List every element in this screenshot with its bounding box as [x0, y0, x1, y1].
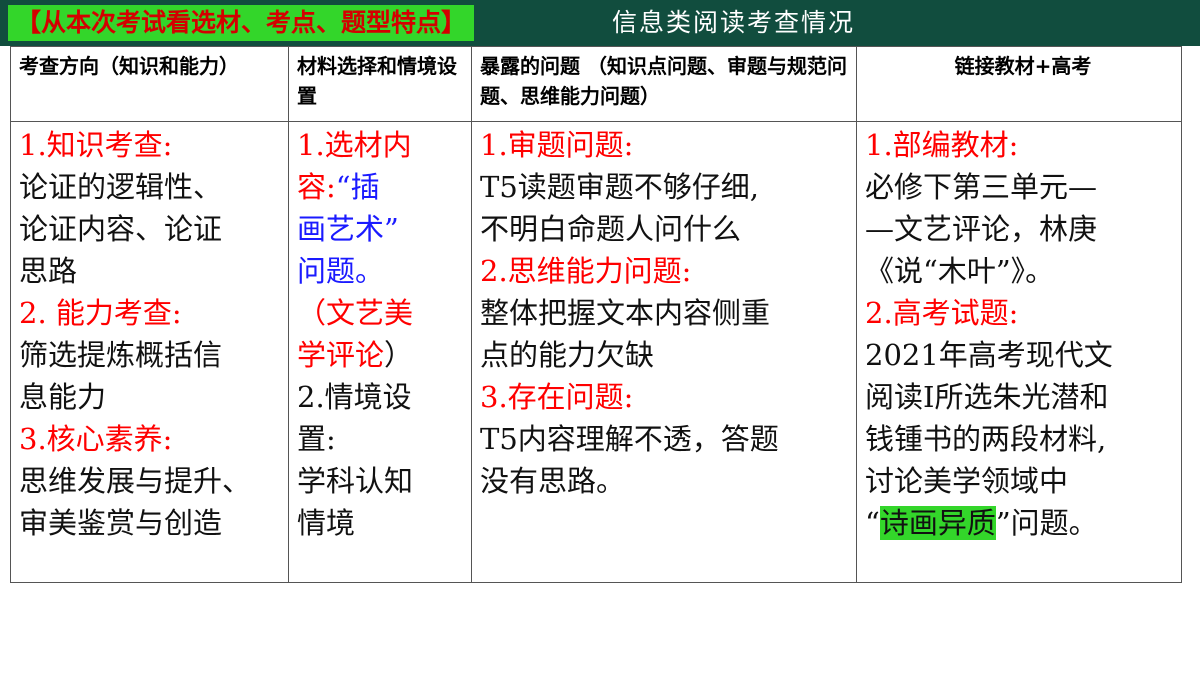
cell-text: 讨论美学领域中 — [865, 464, 1069, 498]
existing-issue-heading: 3.存在问题: — [480, 380, 634, 414]
page-title: 信息类阅读考查情况 — [612, 8, 856, 37]
cell-text-line: “诗画异质”问题。 — [865, 502, 1181, 544]
cell-text: 筛选提炼概括信 — [19, 338, 223, 372]
cell-text: 学评论 — [297, 338, 385, 372]
cell-text: 2.情境设 — [297, 380, 412, 414]
cell-text: 思路 — [19, 254, 78, 288]
cell-text: 审美鉴赏与创造 — [19, 506, 223, 540]
table-body-row: 1.知识考查: 论证的逻辑性、 论证内容、论证 思路 2. 能力考查: 筛选提炼… — [10, 121, 1182, 583]
column-header-links: 链接教材+高考 — [856, 46, 1182, 122]
cell-text: “ — [865, 506, 880, 540]
cell-text: 阅读I所选朱光潜和 — [865, 380, 1109, 414]
exam-heading: 2.高考试题: — [865, 296, 1019, 330]
knowledge-heading: 1.知识考查: — [19, 128, 173, 162]
cell-text: 论证内容、论证 — [19, 212, 223, 246]
cell-problems: 1.审题问题: T5读题审题不够仔细, 不明白命题人问什么 2.思维能力问题: … — [471, 121, 857, 583]
cell-text: 置: — [297, 422, 336, 456]
analysis-table: 考查方向（知识和能力） 材料选择和情境设置 暴露的问题 （知识点问题、审题与规范… — [10, 46, 1182, 583]
cell-text: ） — [384, 338, 414, 372]
cell-material: 1.选材内 容:“插 画艺术” 问题。 （文艺美 学评论） 2.情境设 置: 学… — [288, 121, 472, 583]
cell-text: T5读题审题不够仔细, — [480, 170, 760, 204]
cell-direction: 1.知识考查: 论证的逻辑性、 论证内容、论证 思路 2. 能力考查: 筛选提炼… — [10, 121, 289, 583]
cell-text: （文艺美 — [297, 296, 414, 330]
cell-text: 思维发展与提升、 — [19, 464, 252, 498]
cell-text: 容: — [297, 170, 336, 204]
literacy-heading: 3.核心素养: — [19, 422, 173, 456]
cell-text-line: 学评论） — [297, 334, 471, 376]
cell-text: 息能力 — [19, 380, 107, 414]
cell-text: 学科认知 — [297, 464, 414, 498]
cell-text: 必修下第三单元— — [865, 170, 1098, 204]
cell-links: 1.部编教材: 必修下第三单元— —文艺评论，林庚 《说“木叶”》。 2.高考试… — [856, 121, 1182, 583]
top-banner: 【从本次考试看选材、考点、题型特点】 信息类阅读考查情况 — [0, 0, 1200, 46]
cell-text: —文艺评论，林庚 — [865, 212, 1098, 246]
cell-text-line: 容:“插 — [297, 166, 471, 208]
cell-text: 点的能力欠缺 — [480, 338, 655, 372]
cell-text: T5内容理解不透，答题 — [480, 422, 779, 456]
column-header-material: 材料选择和情境设置 — [288, 46, 472, 122]
cell-text: 画艺术” — [297, 212, 399, 246]
cell-text: ”问题。 — [995, 506, 1098, 540]
cell-text: 不明白命题人问什么 — [480, 212, 742, 246]
column-header-direction: 考查方向（知识和能力） — [10, 46, 289, 122]
cell-text: 《说“木叶”》。 — [865, 254, 1055, 288]
thinking-issue-heading: 2.思维能力问题: — [480, 254, 692, 288]
textbook-heading: 1.部编教材: — [865, 128, 1019, 162]
cell-text: 整体把握文本内容侧重 — [480, 296, 771, 330]
cell-text: 问题。 — [297, 254, 385, 288]
material-heading: 1.选材内 — [297, 128, 412, 162]
table-header-row: 考查方向（知识和能力） 材料选择和情境设置 暴露的问题 （知识点问题、审题与规范… — [10, 46, 1182, 122]
cell-text: 2021年高考现代文 — [865, 338, 1113, 372]
highlighted-term: 诗画异质 — [879, 506, 996, 540]
cell-text: 没有思路。 — [480, 464, 626, 498]
cell-text: 论证的逻辑性、 — [19, 170, 223, 204]
section-badge: 【从本次考试看选材、考点、题型特点】 — [8, 5, 475, 41]
ability-heading: 2. 能力考查: — [19, 296, 182, 330]
cell-text: 情境 — [297, 506, 356, 540]
cell-text: 钱锺书的两段材料, — [865, 422, 1107, 456]
reading-issue-heading: 1.审题问题: — [480, 128, 634, 162]
cell-text: “插 — [335, 170, 380, 204]
column-header-problems: 暴露的问题 （知识点问题、审题与规范问题、思维能力问题） — [471, 46, 857, 122]
